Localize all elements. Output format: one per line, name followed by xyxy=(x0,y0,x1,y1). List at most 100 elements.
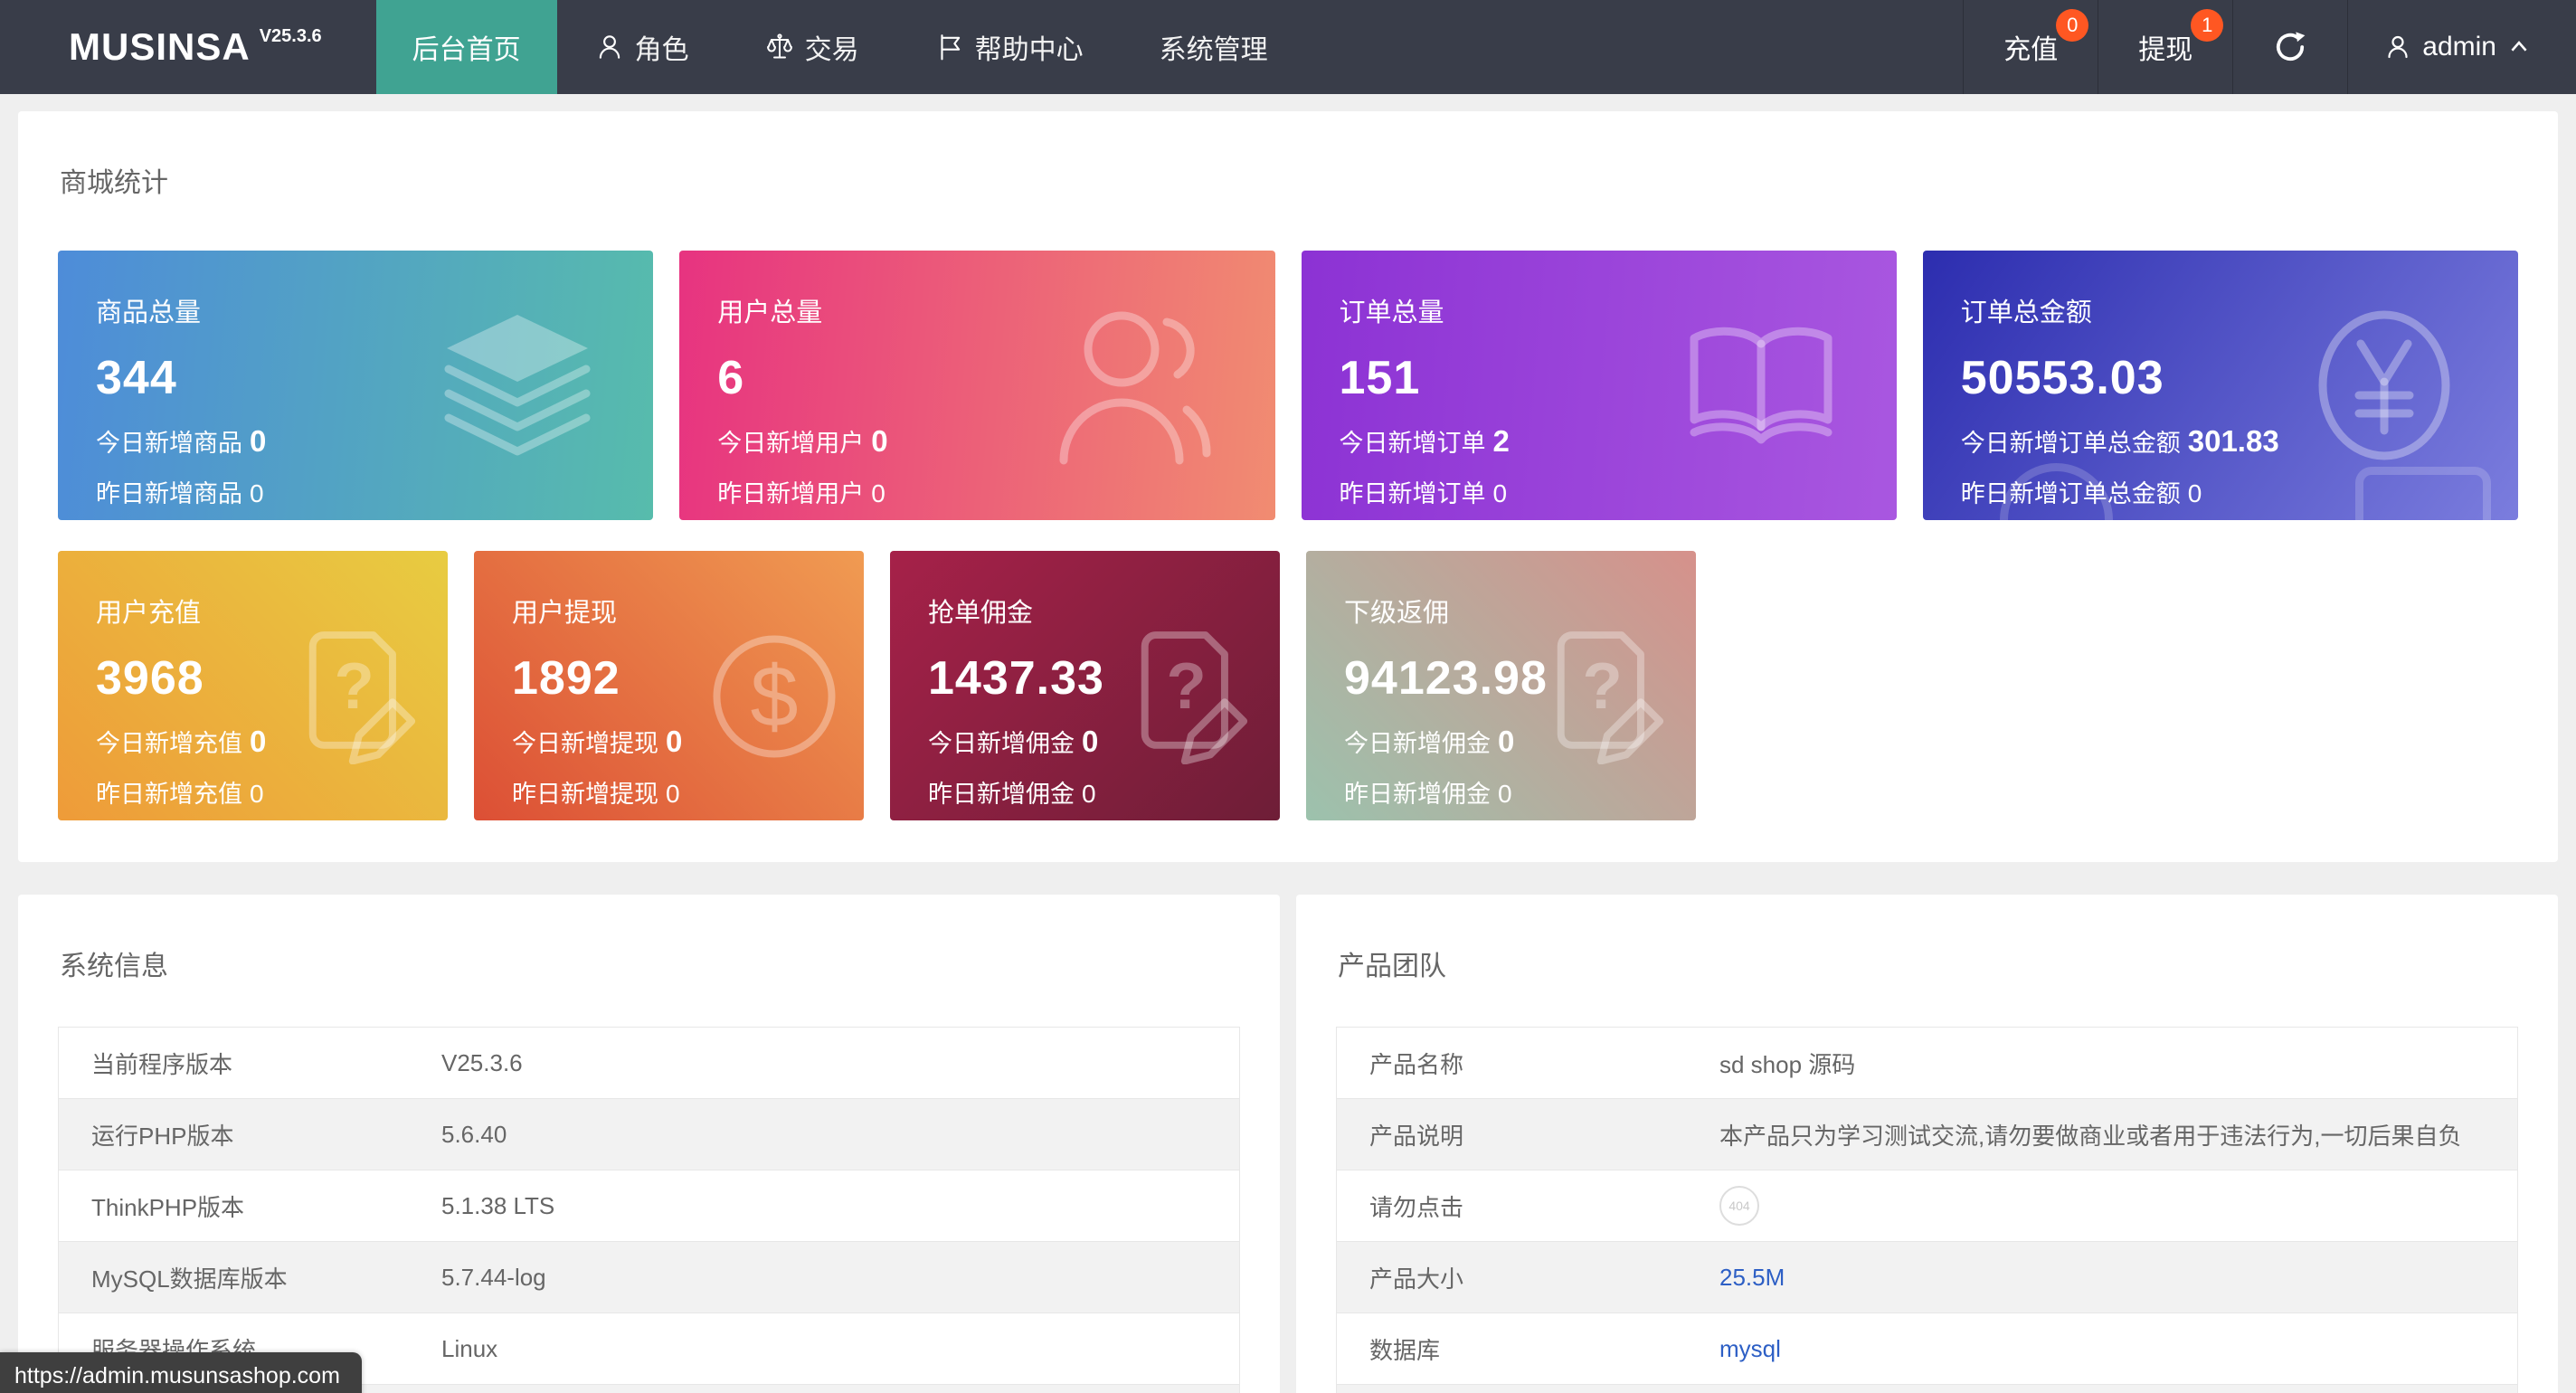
card-yday-value: 0 xyxy=(250,479,264,507)
card-today-label: 今日新增提现 xyxy=(512,730,658,757)
person-icon xyxy=(2384,33,2411,61)
table-row: 请勿点击 404 xyxy=(1337,1170,2517,1242)
row-label: 当前程序版本 xyxy=(59,1047,441,1080)
card-today-label: 今日新增充值 xyxy=(96,730,242,757)
nav-item-label: 角色 xyxy=(635,27,689,67)
yen-icon xyxy=(2305,309,2464,461)
card-yday-value: 0 xyxy=(1493,479,1508,507)
stat-card-order-amount: 订单总金额 50553.03 今日新增订单总金额301.83 昨日新增订单总金额… xyxy=(1923,251,2518,520)
card-yday-label: 昨日新增订单 xyxy=(1340,480,1486,507)
table-row: 产品说明 本产品只为学习测试交流,请勿要做商业或者用于违法行为,一切后果自负 xyxy=(1337,1099,2517,1170)
refresh-icon xyxy=(2273,30,2307,64)
row-value: 本产品只为学习测试交流,请勿要做商业或者用于违法行为,一切后果自负 xyxy=(1719,1118,2517,1151)
card-title: 用户提现 xyxy=(512,592,864,630)
product-team-section: 产品团队 产品名称 sd shop 源码 产品说明 本产品只为学习测试交流,请勿… xyxy=(1296,895,2558,1393)
card-today-value: 0 xyxy=(666,725,682,758)
row-label: 产品说明 xyxy=(1337,1118,1719,1151)
row-value: 5.7.44-log xyxy=(441,1264,1239,1292)
svg-text:$: $ xyxy=(751,649,799,745)
broken-image-404-badge: 404 xyxy=(1719,1186,1759,1226)
book-icon xyxy=(1680,313,1842,458)
flag-icon xyxy=(935,33,964,62)
product-size-link[interactable]: 25.5M xyxy=(1719,1264,2517,1292)
nav-item-label: 后台首页 xyxy=(412,27,521,67)
nav-item-dashboard[interactable]: 后台首页 xyxy=(376,0,557,94)
card-today-label: 今日新增用户 xyxy=(717,430,864,457)
user-menu-button[interactable]: admin xyxy=(2347,0,2576,94)
table-row: 版本 V25.3.6 xyxy=(1337,1385,2517,1393)
card-yday-value: 0 xyxy=(871,479,886,507)
card-yday-label: 昨日新增提现 xyxy=(512,781,658,808)
card-today-value: 0 xyxy=(250,424,266,458)
dollar-icon: $ xyxy=(706,629,842,764)
table-row: 当前程序版本 V25.3.6 xyxy=(59,1028,1239,1099)
stats-row-2: 用户充值 3968 今日新增充值0 昨日新增充值0 ? 用户提现 1892 今日… xyxy=(58,551,2518,820)
table-row: 产品大小 25.5M xyxy=(1337,1242,2517,1313)
username: admin xyxy=(2422,32,2496,62)
stat-card-sub-rebate: 下级返佣 94123.98 今日新增佣金0 昨日新增佣金0 ? xyxy=(1306,551,1696,820)
recharge-button[interactable]: 充值 0 xyxy=(1963,0,2098,94)
scales-icon xyxy=(765,33,794,62)
nav-item-label: 系统管理 xyxy=(1160,27,1268,67)
svg-text:?: ? xyxy=(1166,650,1206,723)
svg-text:?: ? xyxy=(334,650,374,723)
users-icon xyxy=(1049,299,1221,471)
card-yday-label: 昨日新增佣金 xyxy=(1344,781,1491,808)
product-team-title: 产品团队 xyxy=(1338,943,2518,983)
nav-item-label: 交易 xyxy=(805,27,859,67)
card-today-value: 301.83 xyxy=(2188,424,2279,458)
person-icon xyxy=(595,33,624,62)
product-team-table: 产品名称 sd shop 源码 产品说明 本产品只为学习测试交流,请勿要做商业或… xyxy=(1336,1027,2518,1393)
top-navbar: MUSINSA V25.3.6 后台首页 角色 交易 帮助中心 系统管理 充值 … xyxy=(0,0,2576,94)
row-label: MySQL数据库版本 xyxy=(59,1261,441,1294)
main-menu: 后台首页 角色 交易 帮助中心 系统管理 xyxy=(376,0,1964,94)
stats-section: 商城统计 商品总量 344 今日新增商品0 昨日新增商品0 用户总量 6 今日新… xyxy=(18,111,2558,862)
stat-card-user-recharge: 用户充值 3968 今日新增充值0 昨日新增充值0 ? xyxy=(58,551,448,820)
refresh-button[interactable] xyxy=(2232,0,2347,94)
nav-item-help[interactable]: 帮助中心 xyxy=(897,0,1122,94)
row-label: 运行PHP版本 xyxy=(59,1118,441,1151)
card-today-label: 今日新增商品 xyxy=(96,430,242,457)
row-label: 产品大小 xyxy=(1337,1261,1719,1294)
card-today-value: 0 xyxy=(871,424,887,458)
row-value: Linux xyxy=(441,1335,1239,1363)
row-value: 5.1.38 LTS xyxy=(441,1192,1239,1220)
card-today-label: 今日新增订单总金额 xyxy=(1961,430,2181,457)
withdraw-label: 提现 xyxy=(2138,27,2192,67)
nav-item-system[interactable]: 系统管理 xyxy=(1122,0,1306,94)
card-today-value: 0 xyxy=(250,725,266,758)
system-info-title: 系统信息 xyxy=(60,943,1240,983)
withdraw-button[interactable]: 提现 1 xyxy=(2098,0,2232,94)
row-value: sd shop 源码 xyxy=(1719,1047,2517,1080)
card-today-label: 今日新增佣金 xyxy=(928,730,1075,757)
stat-card-user-withdraw: 用户提现 1892 今日新增提现0 昨日新增提现0 $ xyxy=(474,551,864,820)
row-label: ThinkPHP版本 xyxy=(59,1189,441,1223)
app-logo: MUSINSA V25.3.6 xyxy=(0,0,376,94)
card-yday-label: 昨日新增用户 xyxy=(717,480,864,507)
svg-text:?: ? xyxy=(1582,650,1622,723)
card-yday-value: 0 xyxy=(666,780,680,808)
card-yday-value: 0 xyxy=(1082,780,1096,808)
nav-item-label: 帮助中心 xyxy=(975,27,1084,67)
card-yday-value: 0 xyxy=(2188,479,2202,507)
stats-row-1: 商品总量 344 今日新增商品0 昨日新增商品0 用户总量 6 今日新增用户0 … xyxy=(58,251,2518,520)
decorative-circle xyxy=(2000,463,2113,520)
card-title: 抢单佣金 xyxy=(928,592,1280,630)
nav-item-roles[interactable]: 角色 xyxy=(557,0,727,94)
card-today-value: 2 xyxy=(1493,424,1510,458)
recharge-badge: 0 xyxy=(2056,9,2088,42)
card-yday-label: 昨日新增商品 xyxy=(96,480,242,507)
database-link[interactable]: mysql xyxy=(1719,1335,2517,1363)
logo-version: V25.3.6 xyxy=(260,26,322,47)
row-label: 数据库 xyxy=(1337,1332,1719,1366)
table-row: ThinkPHP版本 5.1.38 LTS xyxy=(59,1170,1239,1242)
recharge-label: 充值 xyxy=(2003,27,2058,67)
card-today-value: 0 xyxy=(1082,725,1098,758)
table-row: 运行PHP版本 5.6.40 xyxy=(59,1099,1239,1170)
main-content: 商城统计 商品总量 344 今日新增商品0 昨日新增商品0 用户总量 6 今日新… xyxy=(18,111,2558,1393)
stat-card-orders-total: 订单总量 151 今日新增订单2 昨日新增订单0 xyxy=(1302,251,1897,520)
navbar-actions: 充值 0 提现 1 admin xyxy=(1963,0,2576,94)
card-yday-label: 昨日新增佣金 xyxy=(928,781,1075,808)
nav-item-trade[interactable]: 交易 xyxy=(727,0,897,94)
row-value: 5.6.40 xyxy=(441,1121,1239,1149)
